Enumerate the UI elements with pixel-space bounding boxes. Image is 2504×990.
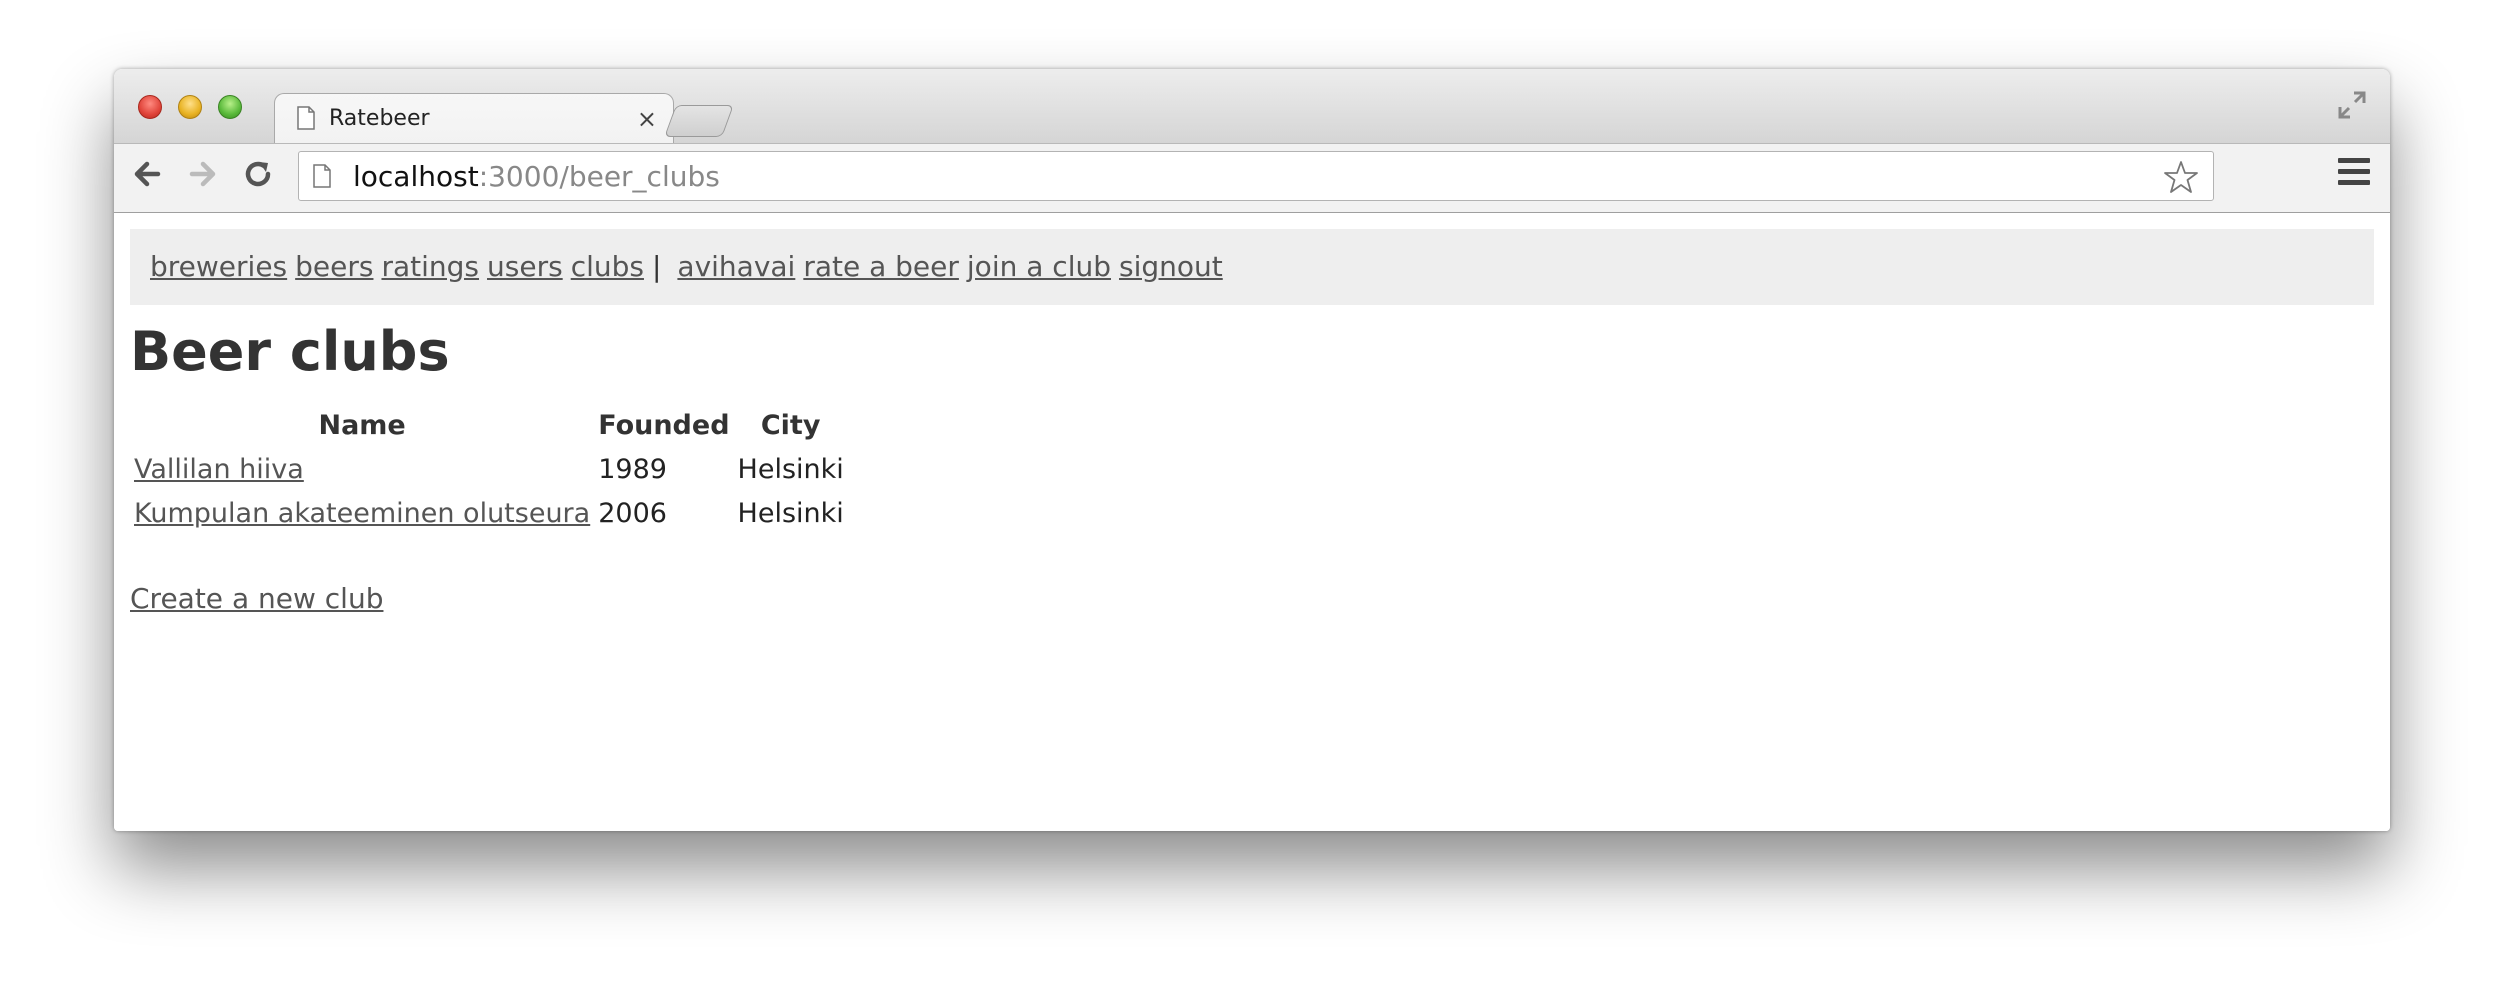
url-path: :3000/beer_clubs: [478, 160, 720, 193]
tab-close-button[interactable]: ×: [637, 104, 657, 134]
arrow-left-icon[interactable]: [128, 154, 168, 194]
new-tab-button[interactable]: [664, 105, 734, 137]
nav-link-beers[interactable]: beers: [295, 250, 373, 283]
club-founded-cell: 2006: [598, 497, 667, 529]
reload-icon[interactable]: [238, 154, 278, 194]
club-link[interactable]: Vallilan hiiva: [134, 454, 304, 485]
page-content: breweries beers ratings users clubs | avihavai…: [114, 212, 2390, 831]
club-city-cell: Helsinki: [737, 453, 844, 485]
club-city-cell: Helsinki: [737, 497, 844, 529]
club-name-cell: Vallilan hiiva: [130, 447, 594, 491]
browser-window: Ratebeer × localhost:3000/beer_clubs bre…: [114, 69, 2390, 831]
close-window-button[interactable]: [138, 95, 162, 119]
address-bar[interactable]: localhost:3000/beer_clubs: [298, 151, 2214, 201]
url-text: localhost:3000/beer_clubs: [353, 161, 720, 193]
page-title: Beer clubs: [130, 320, 450, 383]
arrow-right-icon[interactable]: [182, 154, 222, 194]
nav-link-rate-a-beer[interactable]: rate a beer: [803, 250, 959, 283]
url-host: localhost: [353, 160, 479, 193]
fullscreen-icon[interactable]: [2334, 87, 2370, 123]
nav-link-clubs[interactable]: clubs: [571, 250, 644, 283]
document-icon: [297, 106, 315, 130]
nav-link-breweries[interactable]: breweries: [150, 250, 287, 283]
nav-link-users[interactable]: users: [487, 250, 563, 283]
club-founded-cell: 1989: [598, 453, 667, 485]
title-bar: Ratebeer ×: [114, 69, 2390, 145]
star-icon[interactable]: [2163, 159, 2199, 195]
nav-link-user-profile[interactable]: avihavai: [677, 250, 795, 283]
beer-clubs-table: Name Founded City Vallilan hiiva 1989 He…: [130, 403, 848, 535]
nav-link-join-a-club[interactable]: join a club: [967, 250, 1111, 283]
site-navbar: breweries beers ratings users clubs | avihavai…: [130, 229, 2374, 305]
nav-separator: |: [651, 250, 662, 283]
browser-tab[interactable]: Ratebeer ×: [274, 93, 674, 145]
nav-link-ratings[interactable]: ratings: [381, 250, 479, 283]
zoom-window-button[interactable]: [218, 95, 242, 119]
nav-link-signout[interactable]: signout: [1119, 250, 1223, 283]
tab-title: Ratebeer: [329, 106, 430, 131]
hamburger-menu-icon[interactable]: [2338, 158, 2370, 188]
club-name-cell: Kumpulan akateeminen olutseura: [130, 491, 594, 535]
minimize-window-button[interactable]: [178, 95, 202, 119]
table-row: Kumpulan akateeminen olutseura 2006 Hels…: [130, 491, 848, 535]
create-club-link[interactable]: Create a new club: [130, 582, 383, 615]
club-link[interactable]: Kumpulan akateeminen olutseura: [134, 498, 590, 529]
column-header-founded: Founded: [598, 409, 730, 441]
table-row: Vallilan hiiva 1989 Helsinki: [130, 447, 848, 491]
table-header-row: Name Founded City: [130, 403, 848, 447]
column-header-name: Name: [318, 409, 406, 441]
column-header-city: City: [760, 409, 821, 441]
document-icon: [313, 164, 331, 188]
